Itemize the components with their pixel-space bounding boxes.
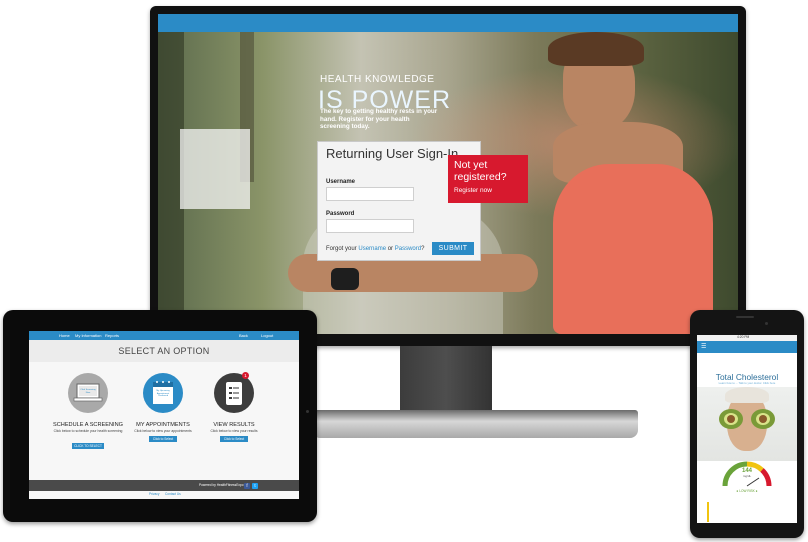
gauge-status: ● LOW RISK ●: [736, 489, 758, 493]
phone-camera: [765, 322, 768, 325]
avocado-left: [719, 409, 743, 429]
forgot-password-link[interactable]: Password: [395, 246, 421, 252]
phone-screen: 4:20 PM ☰ Total Cholesterol Learn how to…: [697, 335, 797, 523]
gauge-unit: mg/dL: [742, 474, 752, 478]
hero-title-small: HEALTH KNOWLEDGE: [320, 74, 435, 85]
tablet-camera: [306, 410, 309, 413]
results-option-title: VIEW RESULTS: [213, 422, 255, 428]
laptop-icon-label: Click Screening Now: [80, 389, 96, 394]
page-title: SELECT AN OPTION: [118, 346, 210, 356]
calendar-icon-label: My Upcoming Appointment Confirmed: [156, 390, 170, 398]
phone-speaker: [736, 316, 754, 318]
status-time: 4:20 PM: [737, 335, 750, 339]
appointments-select-button[interactable]: Click to Select: [149, 436, 177, 442]
phone-subtitle[interactable]: Learn how to ... Talk to your doctor. Cl…: [697, 381, 797, 385]
nav-back[interactable]: Back: [239, 333, 248, 338]
forgot-username-link[interactable]: Username: [358, 246, 386, 252]
schedule-select-button[interactable]: CLICK TO SELECT: [72, 443, 104, 449]
avocado-right: [751, 409, 775, 429]
results-option-circle[interactable]: [214, 373, 254, 413]
nav-my-information[interactable]: My Information: [75, 333, 101, 338]
schedule-option-desc: Click below to schedule your health scre…: [53, 429, 123, 433]
facebook-icon[interactable]: f: [244, 482, 250, 489]
monitor-screen: HEALTH KNOWLEDGE IS POWER The key to get…: [158, 14, 738, 334]
submit-button[interactable]: SUBMIT: [432, 242, 474, 255]
footer-powered-by: Powered by HealthFitnessExpo: [199, 483, 244, 487]
desktop-monitor: HEALTH KNOWLEDGE IS POWER The key to get…: [150, 6, 746, 346]
phone-nav-bar: ☰: [697, 341, 797, 353]
schedule-option-title: SCHEDULE A SCREENING: [53, 422, 123, 428]
nav-home[interactable]: Home: [59, 333, 70, 338]
fitness-watch: [331, 268, 359, 290]
forgot-prefix: Forgot your: [326, 246, 357, 252]
tablet-screen: Home My Information Reports Back Logout …: [29, 331, 299, 499]
monitor-stand-neck: [400, 346, 492, 416]
signin-title: Returning User Sign-In: [326, 146, 459, 161]
appointments-option-circle[interactable]: My Upcoming Appointment Confirmed: [143, 373, 183, 413]
register-link[interactable]: Register now: [454, 187, 492, 194]
person-headband: [725, 387, 769, 403]
hamburger-icon[interactable]: ☰: [701, 344, 707, 350]
avocado-photo: [697, 387, 797, 461]
background-bench: [180, 129, 250, 209]
level-bar: [707, 502, 709, 522]
register-title: Not yet registered?: [454, 159, 507, 183]
username-label: Username: [326, 179, 356, 185]
phone-device: 4:20 PM ☰ Total Cholesterol Learn how to…: [690, 310, 804, 538]
hero-subtitle: The key to getting healthy rests in your…: [320, 108, 438, 131]
tablet-device: Home My Information Reports Back Logout …: [3, 310, 317, 522]
tablet-nav-bar: Home My Information Reports Back Logout: [29, 331, 299, 340]
tablet-footer: Powered by HealthFitnessExpo f t: [29, 480, 299, 491]
forgot-credentials: Forgot your Username or Password?: [326, 246, 424, 252]
forgot-suffix: ?: [421, 246, 425, 252]
nav-logout[interactable]: Logout: [261, 333, 273, 338]
register-panel[interactable]: Not yet registered? Register now: [448, 155, 528, 203]
password-label: Password: [326, 211, 355, 217]
forgot-or: or: [387, 246, 394, 252]
notification-badge: 1: [242, 372, 249, 379]
top-bar: [158, 14, 738, 32]
username-field[interactable]: [326, 187, 414, 201]
schedule-option-circle[interactable]: Click Screening Now: [68, 373, 108, 413]
footer-privacy-link[interactable]: Privacy: [149, 492, 159, 496]
woman-hair: [548, 32, 644, 66]
tablet-results-icon: [226, 382, 242, 405]
woman-tank-top: [553, 164, 713, 334]
footer-contact-link[interactable]: Contact Us: [165, 492, 181, 496]
twitter-icon[interactable]: t: [252, 482, 258, 489]
nav-reports[interactable]: Reports: [105, 333, 119, 338]
monitor-stand-base: [312, 410, 638, 438]
results-option-desc: Click below to view your results: [210, 429, 258, 433]
password-field[interactable]: [326, 219, 414, 233]
results-select-button[interactable]: Click to Select: [220, 436, 248, 442]
